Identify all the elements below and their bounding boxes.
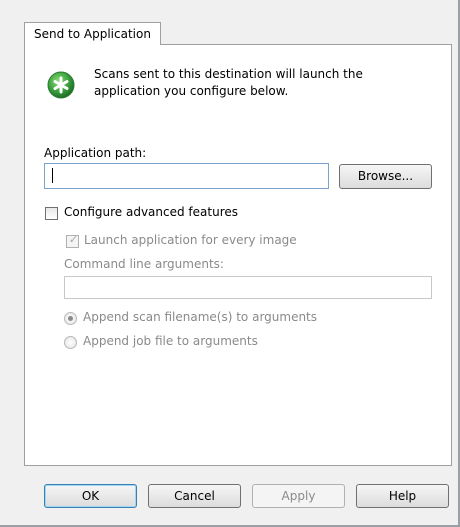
green-star-icon (47, 71, 75, 99)
browse-button[interactable]: Browse... (339, 164, 432, 189)
info-description: Scans sent to this destination will laun… (94, 67, 363, 98)
help-button[interactable]: Help (356, 484, 449, 508)
configure-advanced-checkbox[interactable] (45, 207, 58, 220)
text-caret (52, 168, 53, 183)
application-path-input[interactable] (44, 163, 329, 189)
command-line-label: Command line arguments: (64, 257, 224, 271)
command-line-input[interactable] (64, 276, 432, 299)
application-path-label: Application path: (44, 146, 147, 160)
append-job-file-radio[interactable] (64, 336, 77, 349)
checkmark-icon: ✓ (68, 233, 79, 246)
append-scan-filename-label[interactable]: Append scan filename(s) to arguments (83, 310, 317, 324)
tab-panel (24, 44, 452, 466)
ok-button[interactable]: OK (44, 484, 137, 508)
launch-every-image-label[interactable]: Launch application for every image (84, 233, 297, 247)
radio-selected-dot (68, 316, 73, 321)
tab-send-to-application[interactable]: Send to Application (24, 22, 161, 45)
append-job-file-label[interactable]: Append job file to arguments (83, 334, 258, 348)
append-scan-filename-radio[interactable] (64, 312, 77, 325)
apply-button[interactable]: Apply (252, 484, 345, 508)
configure-advanced-label[interactable]: Configure advanced features (64, 205, 238, 219)
launch-every-image-checkbox[interactable]: ✓ (66, 233, 79, 248)
cancel-button[interactable]: Cancel (148, 484, 241, 508)
